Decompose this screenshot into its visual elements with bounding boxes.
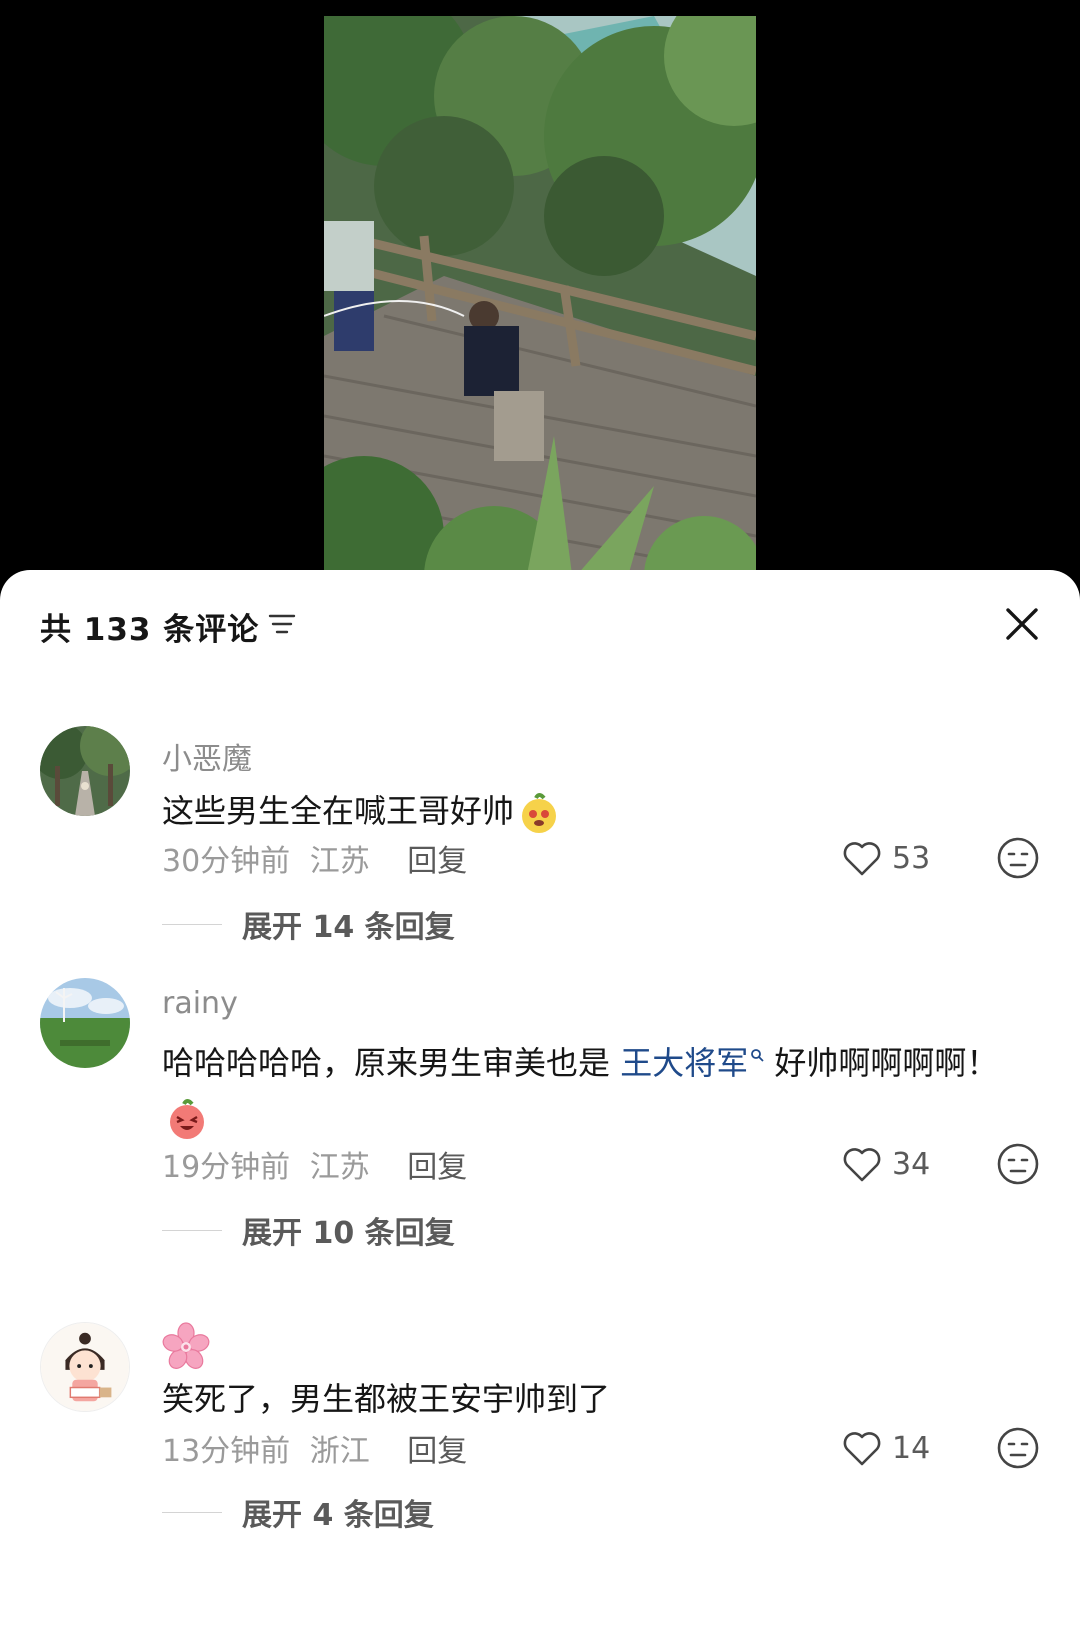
video-frame[interactable] bbox=[324, 16, 756, 590]
like-count: 14 bbox=[892, 1430, 931, 1466]
reply-button[interactable]: 回复 bbox=[407, 844, 467, 879]
search-icon bbox=[751, 1049, 764, 1062]
comment-username[interactable]: rainy bbox=[162, 986, 238, 1021]
like-button[interactable]: 14 bbox=[840, 1426, 930, 1470]
reply-button[interactable]: 回复 bbox=[407, 1434, 467, 1469]
expand-replies-label: 展开 14 条回复 bbox=[242, 910, 455, 945]
expand-divider bbox=[162, 1511, 222, 1513]
comment-location: 江苏 bbox=[309, 844, 370, 879]
close-x-icon[interactable] bbox=[1004, 606, 1040, 642]
comment-text: 笑死了，男生都被王安宇帅到了 bbox=[162, 1380, 611, 1418]
expand-replies-button[interactable]: 展开 14 条回复 bbox=[162, 902, 455, 946]
comment-location: 江苏 bbox=[309, 1150, 370, 1185]
heart-outline-icon bbox=[843, 1148, 881, 1182]
comment-time: 30分钟前 bbox=[162, 844, 291, 879]
comment-body: 这些男生全在喊王哥好帅 bbox=[162, 792, 515, 830]
comment-location: 浙江 bbox=[309, 1434, 370, 1469]
comment-item: 小恶魔 这些男生全在喊王哥好帅 30分钟前 江苏 回复 53 展开 14 条回复 bbox=[0, 726, 1080, 976]
filter-lines-icon[interactable] bbox=[268, 610, 296, 638]
cherry-blossom-emoji[interactable] bbox=[162, 1322, 210, 1370]
comment-text: 这些男生全在喊王哥好帅 bbox=[162, 784, 1022, 838]
heart-outline-icon bbox=[843, 842, 881, 876]
like-button[interactable]: 53 bbox=[840, 836, 930, 880]
heart-outline-icon bbox=[843, 1432, 881, 1466]
reply-button[interactable]: 回复 bbox=[407, 1150, 467, 1185]
comment-body-end: 好帅啊啊啊啊！ bbox=[764, 1044, 999, 1082]
comment-time: 13分钟前 bbox=[162, 1434, 291, 1469]
avatar[interactable] bbox=[40, 726, 130, 816]
expand-divider bbox=[162, 923, 222, 925]
comment-sheet: 共 133 条评论 小恶魔 这些男生全在喊王哥好帅 30分钟前 江苏 回复 53… bbox=[0, 570, 1080, 1637]
comment-text: 哈哈哈哈哈，原来男生审美也是 王大将军 好帅啊啊啊啊！ bbox=[162, 1036, 1022, 1144]
expand-replies-button[interactable]: 展开 4 条回复 bbox=[162, 1490, 434, 1534]
sheet-header: 共 133 条评论 bbox=[0, 570, 1080, 680]
pumpkin-face-emoji bbox=[522, 793, 557, 833]
comment-meta: 19分钟前 江苏 回复 bbox=[162, 1142, 477, 1186]
video-player[interactable] bbox=[0, 0, 1080, 590]
comment-meta: 13分钟前 浙江 回复 bbox=[162, 1426, 477, 1470]
comment-body-start: 哈哈哈哈哈，原来男生审美也是 bbox=[162, 1044, 621, 1082]
expand-divider bbox=[162, 1229, 222, 1231]
avatar[interactable] bbox=[40, 1322, 130, 1412]
neutral-face-icon[interactable] bbox=[996, 836, 1040, 880]
video-scene-image bbox=[324, 16, 756, 590]
comment-username[interactable]: 小恶魔 bbox=[162, 734, 252, 778]
comment-item: 笑死了，男生都被王安宇帅到了 13分钟前 浙江 回复 14 展开 4 条回复 bbox=[0, 1322, 1080, 1622]
expand-replies-label: 展开 10 条回复 bbox=[242, 1216, 455, 1251]
expand-replies-label: 展开 4 条回复 bbox=[242, 1498, 434, 1533]
comment-meta: 30分钟前 江苏 回复 bbox=[162, 836, 477, 880]
neutral-face-icon[interactable] bbox=[996, 1142, 1040, 1186]
mention-link[interactable]: 王大将军 bbox=[620, 1044, 748, 1082]
like-button[interactable]: 34 bbox=[840, 1142, 930, 1186]
neutral-face-icon[interactable] bbox=[996, 1426, 1040, 1470]
like-count: 53 bbox=[892, 840, 931, 876]
laughing-face-emoji bbox=[170, 1099, 204, 1139]
like-count: 34 bbox=[892, 1146, 931, 1182]
comment-count-title: 共 133 条评论 bbox=[40, 612, 260, 648]
comment-time: 19分钟前 bbox=[162, 1150, 291, 1185]
expand-replies-button[interactable]: 展开 10 条回复 bbox=[162, 1208, 455, 1252]
comment-item: rainy 哈哈哈哈哈，原来男生审美也是 王大将军 好帅啊啊啊啊！ 19分钟前 … bbox=[0, 978, 1080, 1268]
avatar[interactable] bbox=[40, 978, 130, 1068]
